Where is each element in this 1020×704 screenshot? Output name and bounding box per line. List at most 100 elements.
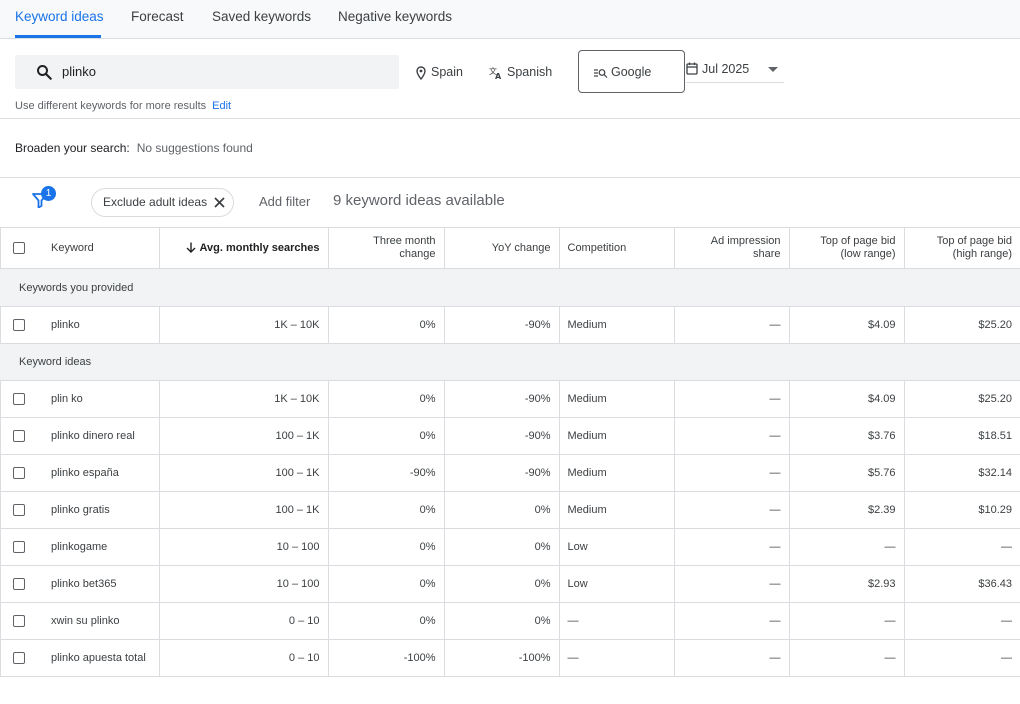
table-row[interactable]: plinkogame 10 – 100 0% 0% Low — — — — [0, 528, 1020, 566]
competition-cell: Low — [559, 565, 675, 603]
three-month-change-cell: 0% — [328, 528, 445, 566]
bid-low-cell: — — [789, 602, 905, 640]
bid-high-cell: $25.20 — [904, 306, 1020, 344]
three-month-change-cell: 0% — [328, 306, 445, 344]
row-checkbox[interactable] — [13, 578, 25, 591]
ad-impression-share-cell: — — [674, 602, 790, 640]
table-row[interactable]: plinko apuesta total 0 – 10 -100% -100% — — — — — [0, 639, 1020, 677]
column-header-keyword[interactable]: Keyword — [40, 227, 160, 269]
tab-forecast[interactable]: Forecast — [131, 0, 184, 38]
arrow-down-icon — [186, 242, 196, 253]
tab-negative-keywords[interactable]: Negative keywords — [338, 0, 452, 38]
filter-bar: 1 Exclude adult ideas Add filter 9 keywo… — [0, 178, 1020, 226]
avg-monthly-searches-cell: 1K – 10K — [159, 306, 329, 344]
column-header-competition[interactable]: Competition — [559, 227, 675, 269]
select-all-checkbox-cell — [0, 227, 40, 269]
three-month-change-cell: 0% — [328, 380, 445, 418]
close-icon[interactable] — [213, 196, 226, 209]
table-row[interactable]: plinko bet365 10 – 100 0% 0% Low — $2.93 $36.43 — [0, 565, 1020, 603]
row-checkbox[interactable] — [13, 541, 25, 554]
avg-monthly-searches-cell: 10 – 100 — [159, 528, 329, 566]
column-header-avg-monthly-searches[interactable]: Avg. monthly searches — [159, 227, 329, 269]
language-selector[interactable]: 文 A Spanish — [489, 60, 552, 84]
bid-high-cell: — — [904, 528, 1020, 566]
bid-low-cell: $4.09 — [789, 306, 905, 344]
table-row[interactable]: plinko españa 100 – 1K -90% -90% Medium — $5.7… — [0, 454, 1020, 492]
keywords-hint: Use different keywords for more results E… — [15, 100, 231, 112]
column-header-three-month-change[interactable]: Three month change — [328, 227, 445, 269]
chevron-down-icon — [768, 67, 778, 72]
three-month-change-cell: -100% — [328, 639, 445, 677]
avg-monthly-searches-cell: 1K – 10K — [159, 380, 329, 418]
bid-high-cell: — — [904, 602, 1020, 640]
bid-low-cell: $4.09 — [789, 380, 905, 418]
bid-low-cell: $2.93 — [789, 565, 905, 603]
row-checkbox-cell — [0, 491, 40, 529]
bid-low-cell: $5.76 — [789, 454, 905, 492]
filter-count-badge: 1 — [41, 186, 56, 201]
row-checkbox[interactable] — [13, 652, 25, 665]
edit-keywords-link[interactable]: Edit — [212, 100, 231, 112]
yoy-change-cell: -90% — [444, 380, 560, 418]
three-month-change-cell: -90% — [328, 454, 445, 492]
competition-cell: — — [559, 639, 675, 677]
column-header-ad-impression-share[interactable]: Ad impression share — [674, 227, 790, 269]
date-range-selector[interactable]: Jul 2025 — [686, 58, 784, 83]
ad-impression-share-cell: — — [674, 454, 790, 492]
ad-impression-share-cell: — — [674, 528, 790, 566]
translate-icon: 文A — [489, 66, 502, 81]
keyword-cell: xwin su plinko — [40, 602, 160, 640]
avg-monthly-searches-cell: 100 – 1K — [159, 454, 329, 492]
table-row[interactable]: plinko gratis 100 – 1K 0% 0% Medium — $2.39 $10… — [0, 491, 1020, 529]
competition-cell: Medium — [559, 417, 675, 455]
keyword-table: Keyword Avg. monthly searches Three mont… — [0, 227, 1020, 677]
keyword-cell: plinko españa — [40, 454, 160, 492]
row-checkbox[interactable] — [13, 467, 25, 480]
bid-high-cell: — — [904, 639, 1020, 677]
column-header-bid-low[interactable]: Top of page bid (low range) — [789, 227, 905, 269]
column-header-bid-high[interactable]: Top of page bid (high range) — [904, 227, 1020, 269]
competition-cell: Medium — [559, 380, 675, 418]
yoy-change-cell: 0% — [444, 602, 560, 640]
avg-monthly-label: Avg. monthly searches — [199, 241, 320, 254]
ad-impression-share-cell: — — [674, 565, 790, 603]
avg-monthly-searches-cell: 10 – 100 — [159, 565, 329, 603]
keyword-cell: plinkogame — [40, 528, 160, 566]
broaden-search: Broaden your search: No suggestions found — [15, 141, 253, 155]
row-checkbox[interactable] — [13, 615, 25, 628]
group-label: Keywords you provided — [0, 268, 1020, 307]
table-row[interactable]: plin ko 1K – 10K 0% -90% Medium — $4.09 $25.20 — [0, 380, 1020, 418]
tab-saved-keywords[interactable]: Saved keywords — [212, 0, 311, 38]
search-network-selector[interactable]: Google — [578, 50, 685, 93]
competition-cell: — — [559, 602, 675, 640]
row-checkbox[interactable] — [13, 319, 25, 332]
row-checkbox-cell — [0, 602, 40, 640]
tab-bar: Keyword ideas Forecast Saved keywords Ne… — [0, 0, 1020, 39]
keyword-cell: plinko — [40, 306, 160, 344]
column-header-yoy-change[interactable]: YoY change — [444, 227, 560, 269]
bid-high-cell: $10.29 — [904, 491, 1020, 529]
row-checkbox[interactable] — [13, 430, 25, 443]
keyword-cell: plinko dinero real — [40, 417, 160, 455]
row-checkbox[interactable] — [13, 504, 25, 517]
row-checkbox[interactable] — [13, 393, 25, 406]
table-row[interactable]: plinko 1K – 10K 0% -90% Medium — $4.09 $25.20 — [0, 306, 1020, 344]
table-row[interactable]: plinko dinero real 100 – 1K 0% -90% Medium — $… — [0, 417, 1020, 455]
yoy-change-cell: 0% — [444, 491, 560, 529]
calendar-icon — [686, 62, 698, 75]
avg-monthly-searches-cell: 100 – 1K — [159, 417, 329, 455]
competition-cell: Low — [559, 528, 675, 566]
row-checkbox-cell — [0, 417, 40, 455]
table-row[interactable]: xwin su plinko 0 – 10 0% 0% — — — — — [0, 602, 1020, 640]
exclude-adult-ideas-chip[interactable]: Exclude adult ideas — [91, 188, 234, 217]
hint-text: Use different keywords for more results — [15, 100, 207, 112]
keyword-cell: plinko gratis — [40, 491, 160, 529]
keyword-cell: plin ko — [40, 380, 160, 418]
select-all-checkbox[interactable] — [13, 241, 25, 254]
keyword-search-input[interactable]: plinko — [15, 55, 399, 89]
tab-keyword-ideas[interactable]: Keyword ideas — [15, 0, 104, 38]
avg-monthly-searches-cell: 0 – 10 — [159, 602, 329, 640]
group-label: Keyword ideas — [0, 343, 1020, 381]
add-filter-button[interactable]: Add filter — [259, 194, 310, 209]
location-selector[interactable]: Spain — [415, 60, 463, 84]
